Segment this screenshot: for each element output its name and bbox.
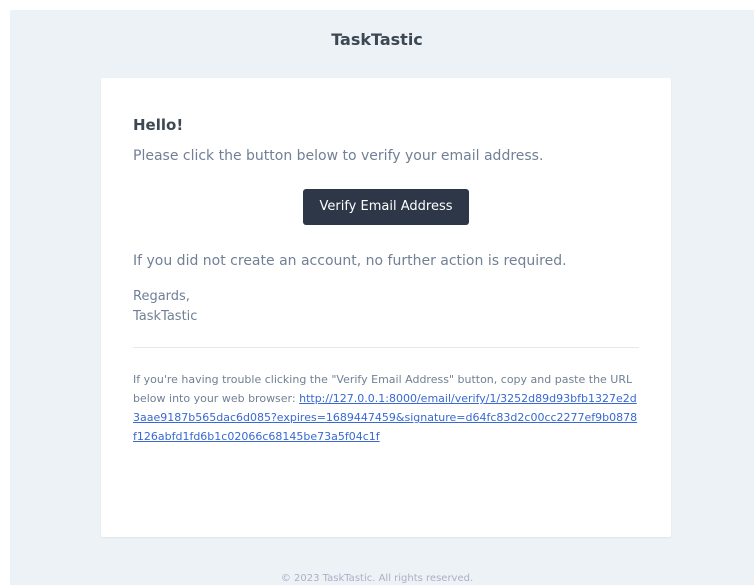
greeting-heading: Hello! (133, 116, 184, 134)
regards-text: Regards, (133, 289, 190, 304)
email-content: Hello! Please click the button below to … (133, 115, 639, 446)
signature-text: TaskTastic (133, 309, 198, 324)
verify-email-button[interactable]: Verify Email Address (302, 189, 470, 225)
divider (133, 347, 639, 348)
email-background: TaskTastic Hello! Please click the butto… (10, 10, 754, 585)
brand-link[interactable]: TaskTastic (0, 30, 754, 49)
subcopy: If you're having trouble clicking the "V… (133, 370, 639, 446)
signoff: Regards, TaskTastic (133, 287, 639, 327)
email-card: Hello! Please click the button below to … (101, 78, 671, 537)
outro-text: If you did not create an account, no fur… (133, 253, 567, 269)
footer-copyright: © 2023 TaskTastic. All rights reserved. (280, 573, 474, 584)
intro-text: Please click the button below to verify … (133, 148, 544, 164)
button-container: Verify Email Address (133, 189, 639, 225)
